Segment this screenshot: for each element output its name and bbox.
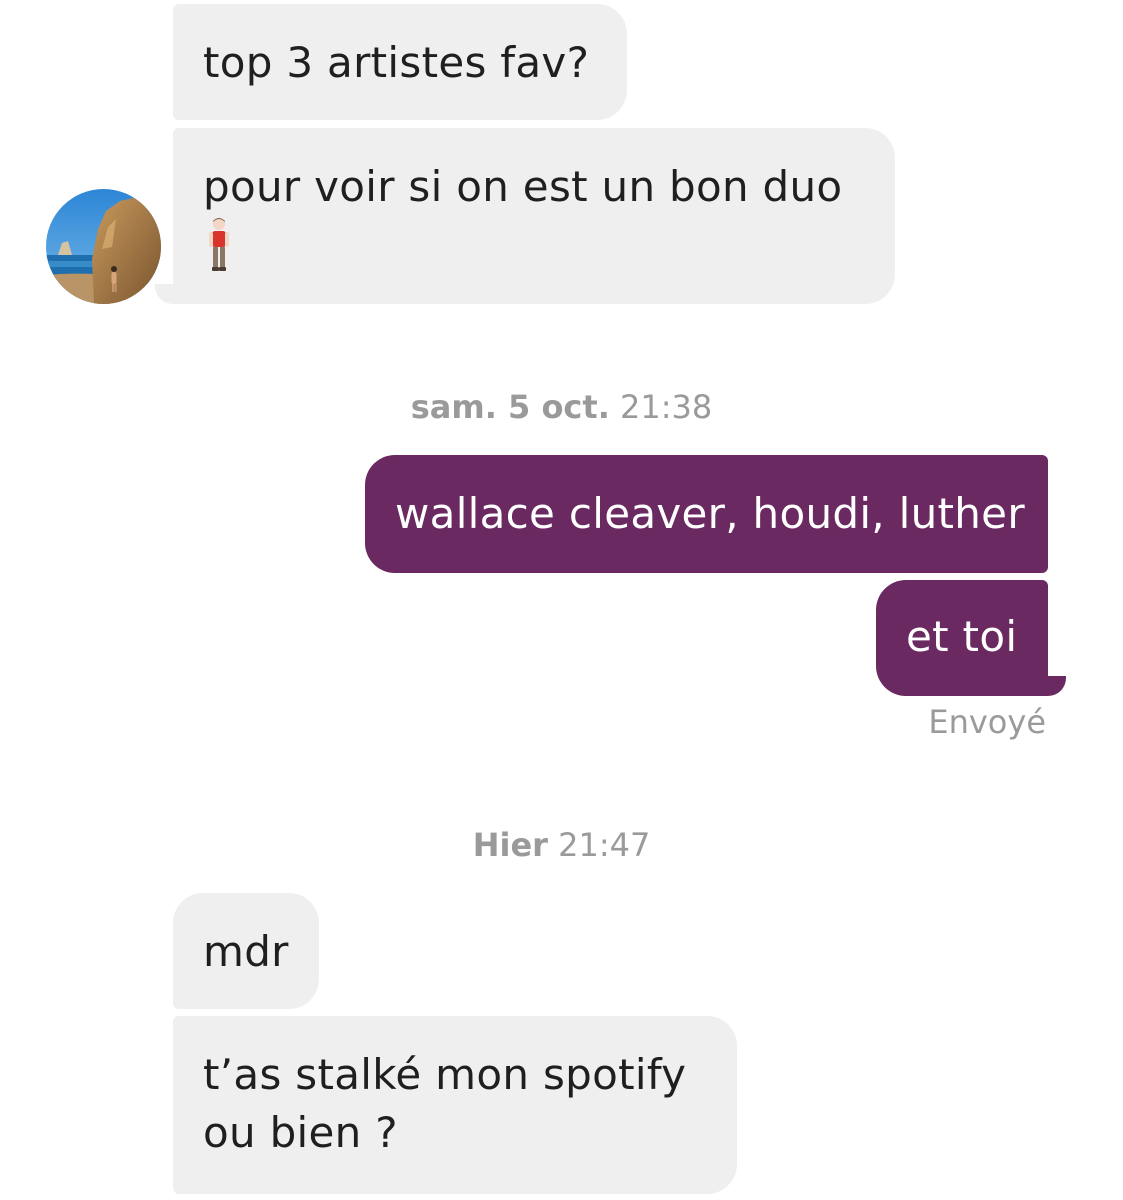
outgoing-message-bubble[interactable]: et toi <box>876 580 1048 696</box>
timestamp-day: sam. 5 oct. <box>410 388 610 426</box>
contact-avatar[interactable] <box>46 189 161 304</box>
incoming-message-bubble[interactable]: top 3 artistes fav? <box>173 4 627 120</box>
message-text: pour voir si on est un bon duo <box>203 162 843 211</box>
incoming-message-bubble[interactable]: mdr <box>173 893 319 1009</box>
timestamp-day: Hier <box>472 826 548 864</box>
man-standing-emoji-icon <box>207 216 231 272</box>
message-text: top 3 artistes fav? <box>203 38 590 87</box>
message-text: et toi <box>906 612 1018 661</box>
timestamp-time: 21:47 <box>558 826 651 864</box>
timestamp-time: 21:38 <box>620 388 713 426</box>
incoming-message-bubble[interactable]: t’as stalké mon spotify ou bien ? <box>173 1016 737 1194</box>
message-text: wallace cleaver, houdi, luther <box>395 489 1025 538</box>
message-text-line: t’as stalké mon spotify <box>203 1050 687 1099</box>
sent-status: Envoyé <box>928 703 1046 741</box>
message-timestamp: sam. 5 oct. 21:38 <box>0 388 1123 426</box>
message-text-line: ou bien ? <box>203 1108 398 1157</box>
message-text: mdr <box>203 927 289 976</box>
outgoing-message-bubble[interactable]: wallace cleaver, houdi, luther <box>365 455 1048 573</box>
incoming-message-bubble[interactable]: pour voir si on est un bon duo <box>173 128 895 304</box>
message-timestamp: Hier 21:47 <box>0 826 1123 864</box>
